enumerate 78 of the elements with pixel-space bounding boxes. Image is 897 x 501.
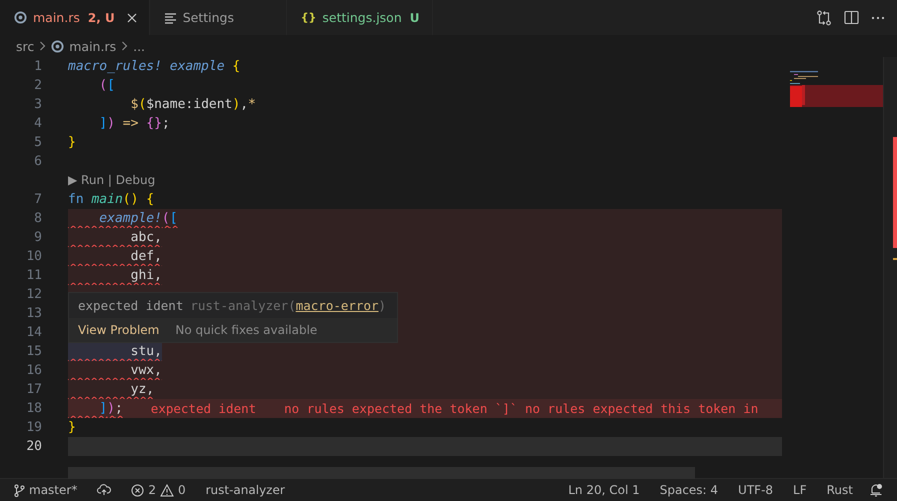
- code-line: macro_rules! example {: [68, 58, 240, 76]
- line-number: 6: [33, 153, 43, 171]
- line-number: 18: [25, 400, 43, 418]
- breadcrumb-item[interactable]: main.rs: [69, 38, 116, 54]
- line-number: 12: [25, 286, 43, 304]
- line-number: 8: [33, 210, 43, 228]
- code-line: def,: [130, 248, 162, 266]
- branch-name: master*: [29, 483, 78, 497]
- error-icon: [131, 484, 144, 496]
- branch-indicator[interactable]: master*: [14, 483, 78, 497]
- line-number: 9: [33, 229, 43, 247]
- status-item[interactable]: Ln 20, Col 1: [568, 483, 640, 497]
- lines-icon: [164, 12, 177, 24]
- tab-status-label: U: [410, 10, 420, 24]
- line-number: 14: [25, 324, 43, 342]
- breadcrumb-item[interactable]: ...: [133, 38, 146, 54]
- inline-error-message: expected ident: [150, 400, 256, 418]
- code-line: ghi,: [130, 267, 162, 285]
- code-line: ([: [98, 77, 115, 95]
- status-item[interactable]: Spaces: 4: [660, 483, 718, 497]
- status-item[interactable]: Rust: [826, 483, 853, 497]
- line-number: 13: [25, 305, 43, 323]
- diagnostic-message: expected ident: [78, 298, 184, 313]
- status-item[interactable]: LF: [793, 483, 807, 497]
- line-number: 3: [33, 96, 43, 114]
- tab-label: settings.json: [322, 10, 402, 25]
- cloud-upload-icon[interactable]: [97, 484, 112, 496]
- code-line: abc,: [130, 229, 162, 247]
- compare-changes-icon[interactable]: [816, 10, 832, 26]
- code-line: ]) => {};: [98, 115, 170, 133]
- notification-bell-icon[interactable]: [869, 483, 883, 497]
- code-line: }: [68, 419, 76, 437]
- tab-label: Settings: [182, 10, 234, 25]
- breadcrumb-item[interactable]: src: [16, 38, 34, 54]
- view-problem-link[interactable]: View Problem: [78, 323, 160, 337]
- problems-indicator[interactable]: 2 0: [131, 483, 186, 497]
- inline-error-message: no rules expected the token `]` no rules expected this token in: [284, 400, 758, 418]
- line-number: 5: [33, 134, 43, 152]
- line-number: 17: [25, 381, 43, 399]
- line-number: 11: [25, 267, 43, 285]
- branch-icon: [14, 484, 25, 496]
- line-number: 2: [33, 77, 43, 95]
- diagnostic-source: rust-analyzer(: [190, 298, 296, 313]
- editor-tab[interactable]: {} settings.json U: [286, 0, 433, 35]
- line-number: 7: [33, 191, 43, 209]
- diagnostic-source-end: ): [378, 298, 386, 313]
- line-number: 1: [33, 58, 43, 76]
- braces-icon: {}: [300, 11, 316, 24]
- run-debug-codelens[interactable]: ▶ Run | Debug: [68, 171, 156, 190]
- code-line: example!([: [98, 210, 178, 228]
- split-editor-icon[interactable]: [844, 10, 859, 25]
- tab-label: main.rs: [33, 10, 80, 25]
- line-number: 19: [25, 419, 43, 437]
- editor-tab[interactable]: Settings: [150, 0, 287, 35]
- chevron-right-icon: [121, 41, 128, 51]
- error-code-link[interactable]: macro-error: [296, 298, 379, 313]
- code-line: }: [68, 134, 76, 152]
- more-icon[interactable]: [871, 16, 885, 20]
- warning-icon: [160, 484, 174, 496]
- code-line: vwx,: [130, 362, 162, 380]
- line-number: 20: [25, 438, 43, 456]
- chevron-right-icon: [39, 41, 46, 51]
- editor-tab[interactable]: main.rs 2, U: [0, 0, 150, 35]
- quick-fix-note: No quick fixes available: [175, 323, 318, 337]
- code-line: ]);: [98, 400, 123, 418]
- line-number: 16: [25, 362, 43, 380]
- line-number: 4: [33, 115, 43, 133]
- code-line: yz,: [130, 381, 154, 399]
- tab-status-label: 2, U: [88, 10, 115, 24]
- line-number: 15: [25, 343, 43, 361]
- error-count: 2: [148, 483, 156, 497]
- status-item[interactable]: rust-analyzer: [206, 483, 285, 497]
- code-line: $($name:ident),*: [130, 96, 256, 114]
- close-icon[interactable]: [126, 12, 137, 22]
- code-line: fn main() {: [68, 191, 154, 209]
- warning-count: 0: [178, 483, 186, 497]
- status-item[interactable]: UTF-8: [738, 483, 774, 497]
- line-number: 10: [25, 248, 43, 266]
